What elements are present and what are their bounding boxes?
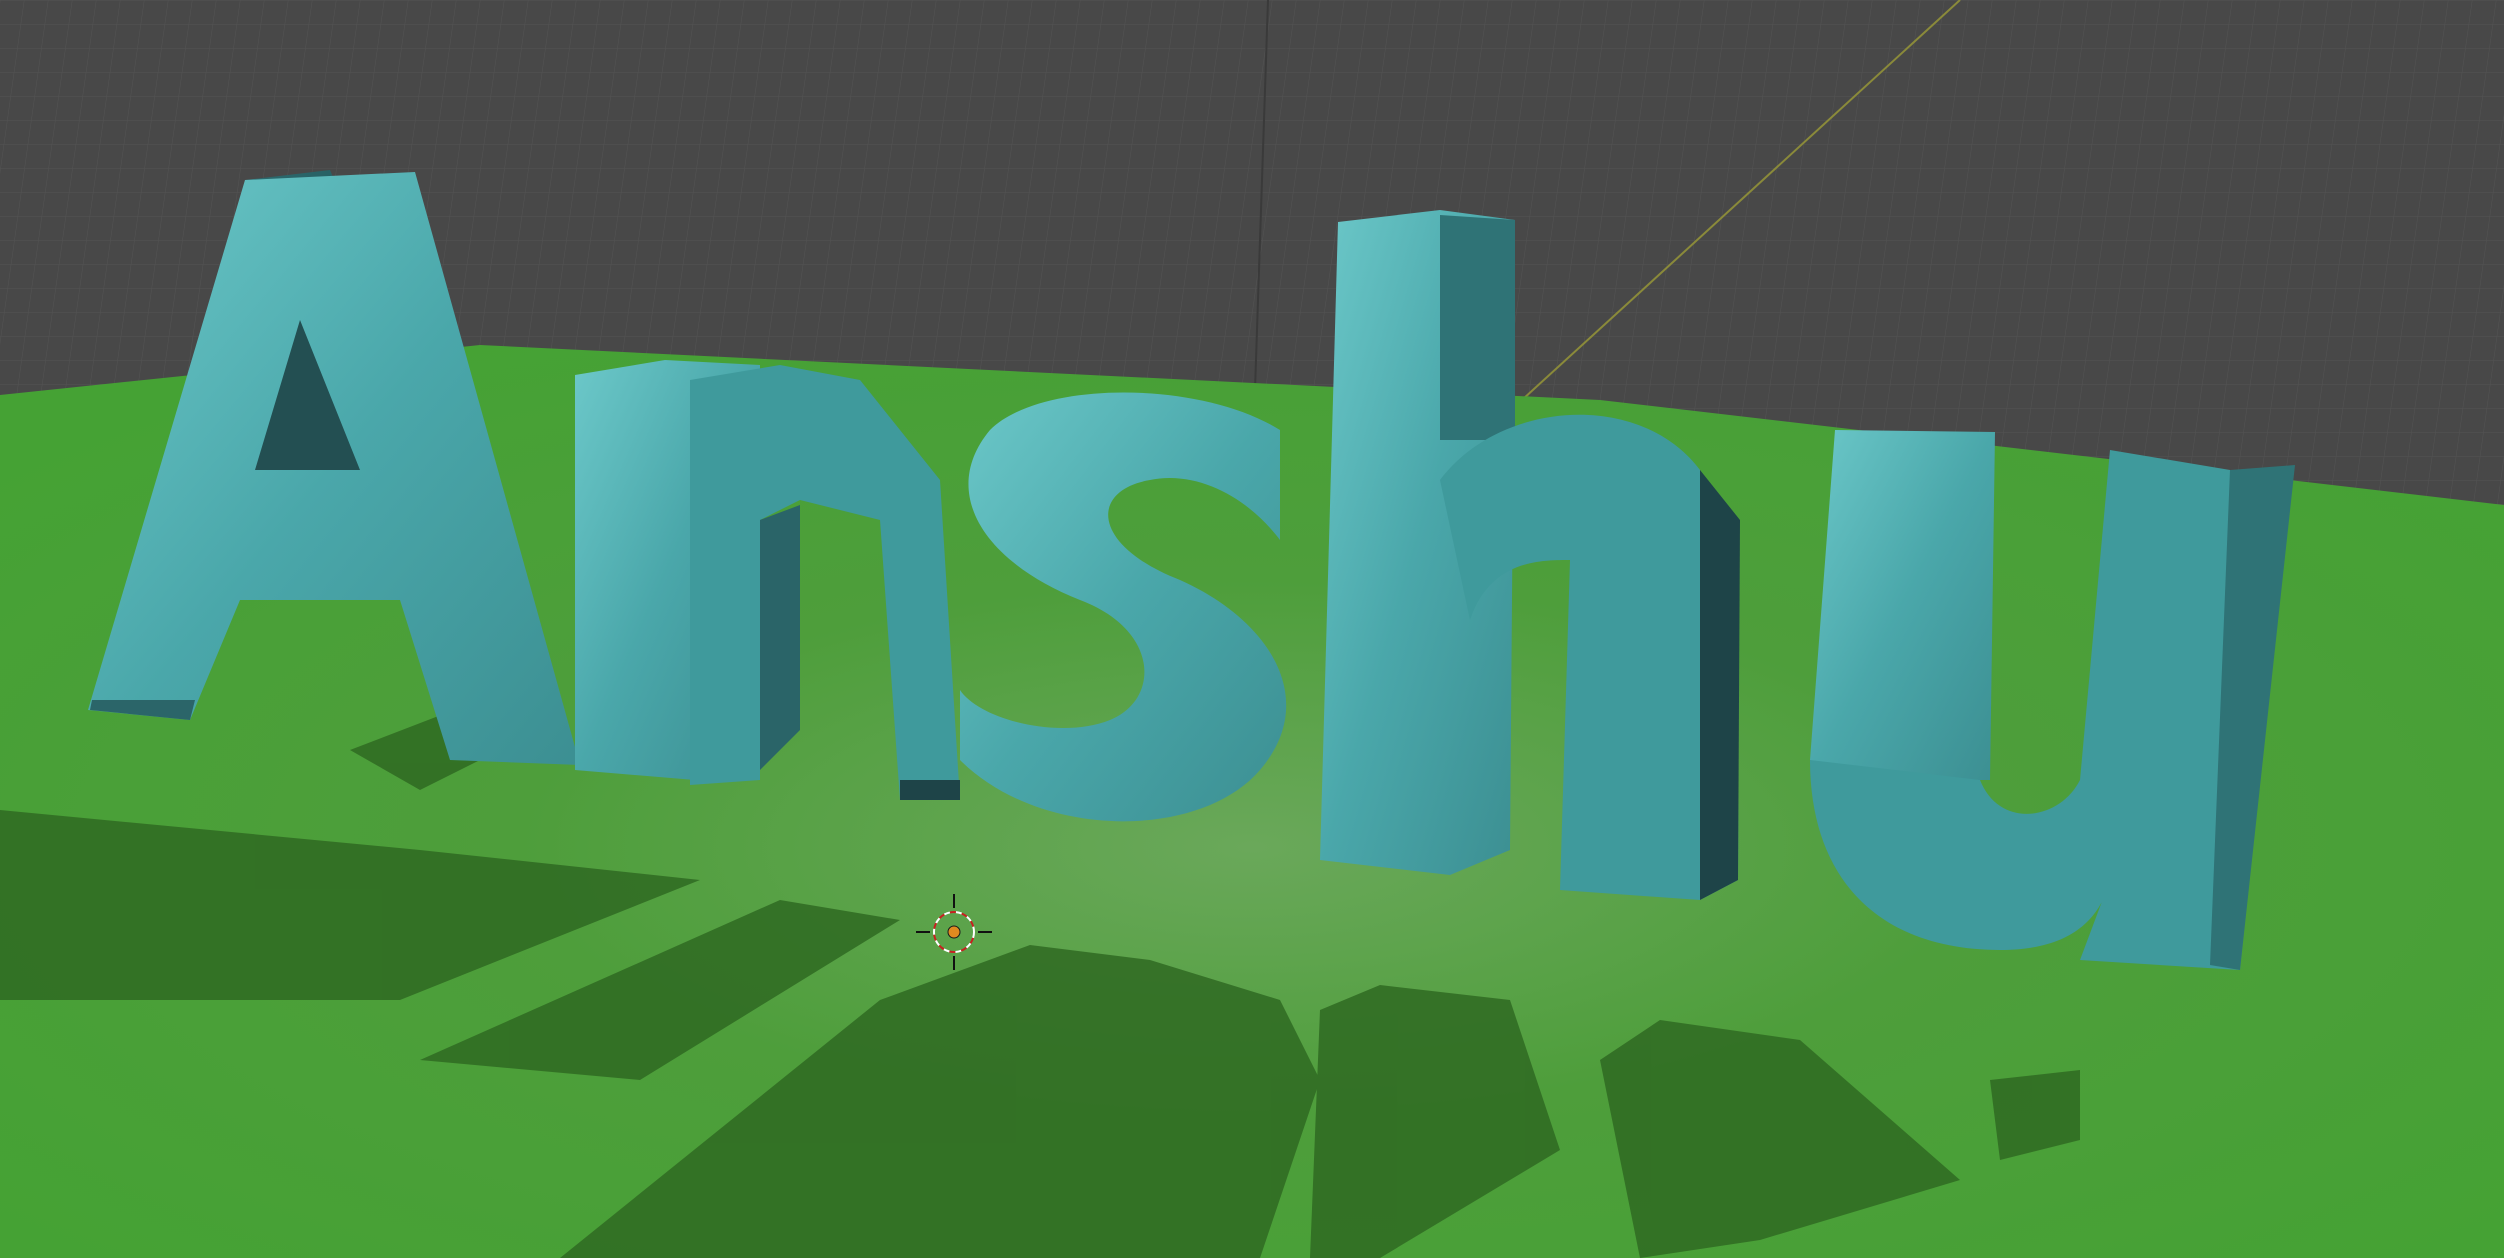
- 3d-viewport[interactable]: [0, 0, 2504, 1258]
- viewport-canvas[interactable]: [0, 0, 2504, 1258]
